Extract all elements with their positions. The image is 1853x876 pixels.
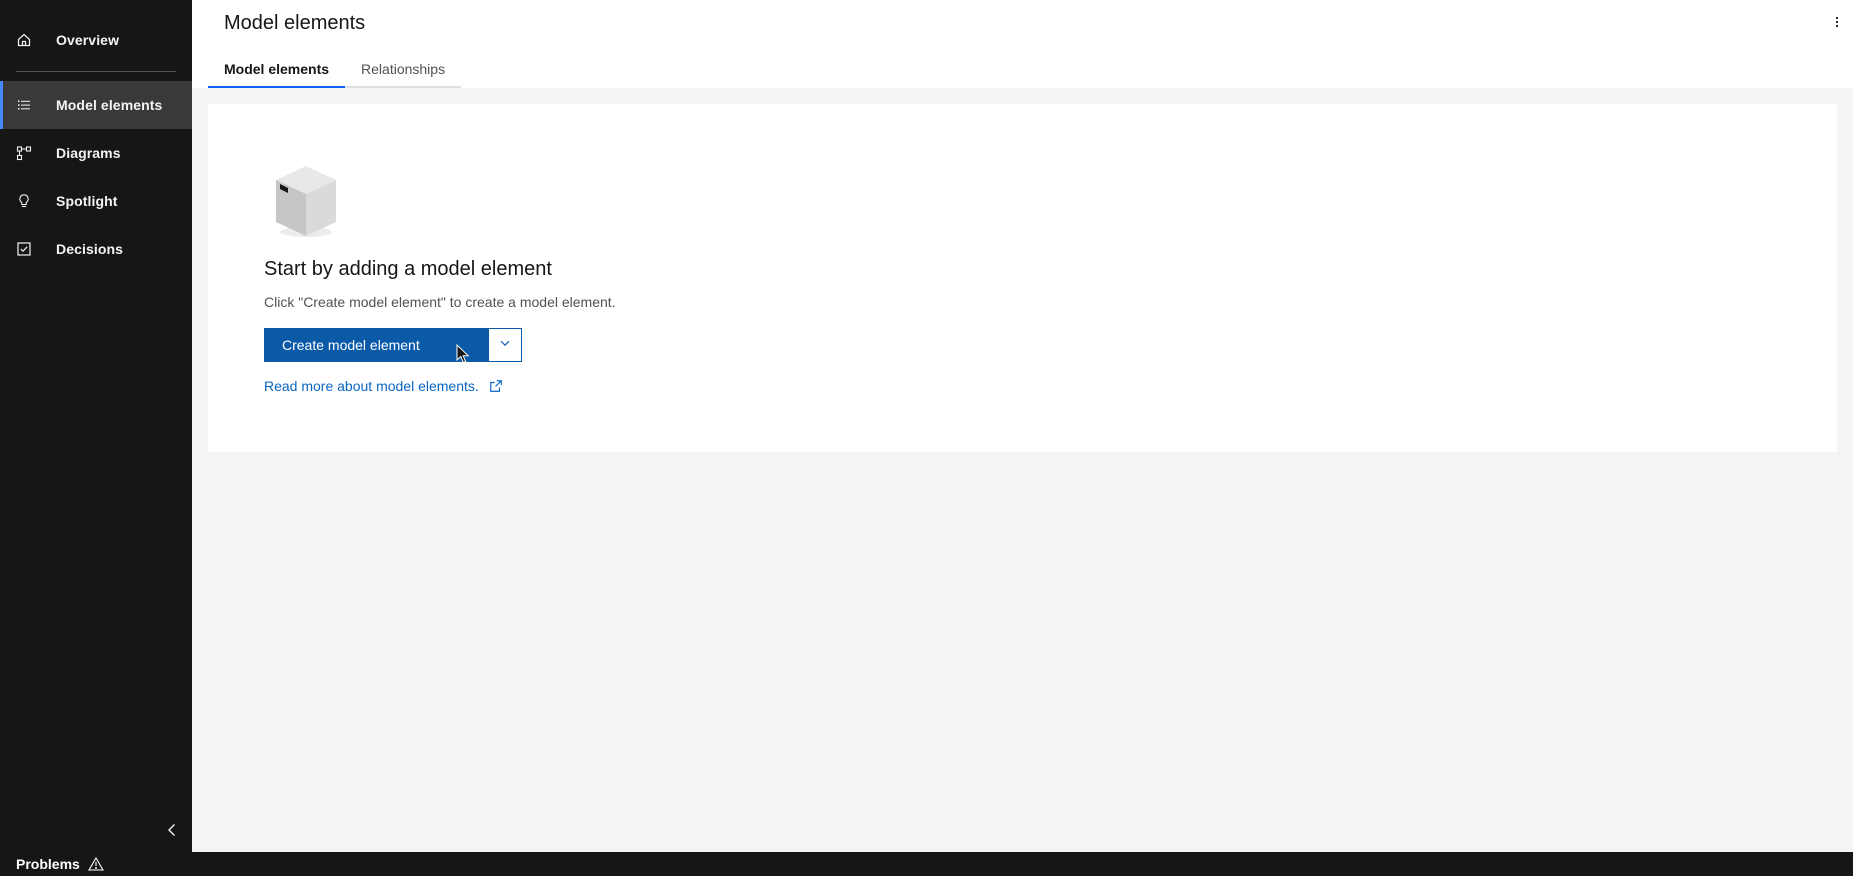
sidebar-item-label: Spotlight bbox=[56, 193, 118, 209]
sidebar-item-spotlight[interactable]: Spotlight bbox=[0, 177, 192, 225]
read-more-link[interactable]: Read more about model elements. bbox=[264, 378, 503, 394]
page-title: Model elements bbox=[224, 12, 366, 34]
chevron-down-icon bbox=[498, 336, 512, 355]
app: Overview Model elements Diagrams Spotlig… bbox=[0, 0, 1853, 876]
checkbox-checked-icon bbox=[16, 241, 32, 257]
sidebar-item-label: Model elements bbox=[56, 97, 163, 113]
list-icon bbox=[16, 97, 32, 113]
box-icon bbox=[272, 160, 336, 240]
status-bar: Problems bbox=[0, 852, 1853, 876]
sidebar-item-label: Overview bbox=[56, 32, 120, 48]
sidebar-item-label: Diagrams bbox=[56, 145, 121, 161]
overflow-menu-button[interactable] bbox=[1821, 8, 1853, 40]
diagram-icon bbox=[16, 145, 32, 161]
sidebar-divider bbox=[16, 71, 176, 72]
tab-relationships[interactable]: Relationships bbox=[345, 52, 462, 88]
sidebar-item-label: Decisions bbox=[56, 241, 124, 257]
sidebar-item-model-elements[interactable]: Model elements bbox=[0, 81, 192, 129]
tab-list: Model elements Relationships bbox=[208, 52, 462, 88]
problems-label: Problems bbox=[16, 856, 80, 872]
sidebar-item-diagrams[interactable]: Diagrams bbox=[0, 129, 192, 177]
sidebar-item-decisions[interactable]: Decisions bbox=[0, 225, 192, 273]
empty-state-card: Start by adding a model element Click "C… bbox=[208, 104, 1837, 452]
lightbulb-icon bbox=[16, 193, 32, 209]
create-button-group: Create model element bbox=[264, 328, 522, 362]
empty-state-title: Start by adding a model element bbox=[264, 258, 552, 280]
sidebar: Overview Model elements Diagrams Spotlig… bbox=[0, 0, 192, 852]
collapse-sidebar-button[interactable] bbox=[160, 820, 184, 844]
create-options-dropdown-button[interactable] bbox=[488, 328, 522, 362]
launch-icon bbox=[489, 379, 503, 393]
tab-model-elements[interactable]: Model elements bbox=[208, 52, 346, 88]
overflow-menu-vertical-icon bbox=[1829, 14, 1845, 35]
create-model-element-button[interactable]: Create model element bbox=[264, 328, 488, 362]
warning-icon bbox=[87, 857, 104, 871]
chevron-left-icon bbox=[164, 822, 180, 843]
problems-button[interactable]: Problems bbox=[16, 856, 104, 872]
home-icon bbox=[16, 32, 32, 48]
read-more-link-text: Read more about model elements. bbox=[264, 378, 479, 394]
sidebar-item-overview[interactable]: Overview bbox=[0, 16, 192, 64]
page-header: Model elements Model elements Relationsh… bbox=[192, 0, 1853, 88]
empty-state-description: Click "Create model element" to create a… bbox=[264, 294, 616, 310]
